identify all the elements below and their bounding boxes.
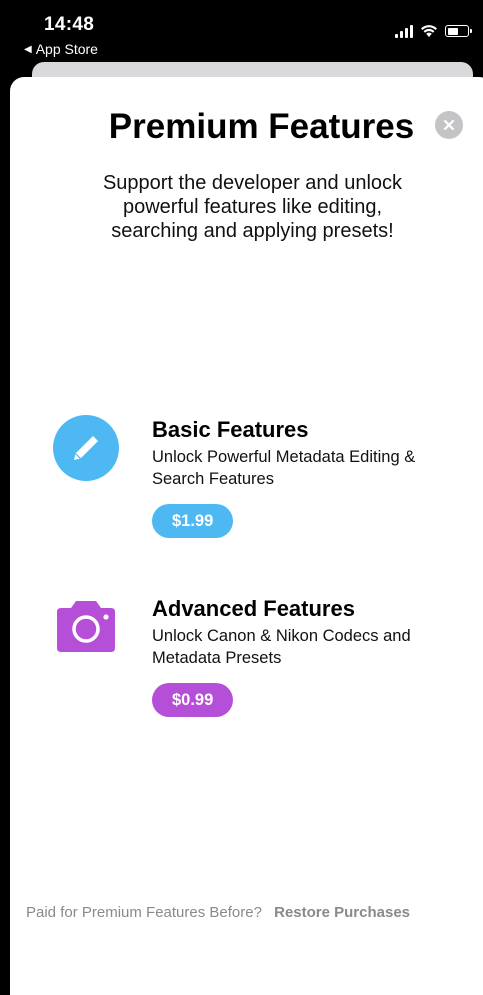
- feature-basic-description: Unlock Powerful Metadata Editing & Searc…: [152, 448, 416, 488]
- feature-basic-icon-wrap: [53, 415, 119, 481]
- feature-advanced-description: Unlock Canon & Nikon Codecs and Metadata…: [152, 627, 411, 667]
- feature-advanced-icon-wrap: [53, 593, 119, 659]
- wifi-icon: [421, 25, 437, 37]
- page-title: Premium Features: [108, 107, 415, 146]
- pencil-icon: [53, 415, 119, 481]
- back-triangle-icon: ◀: [24, 43, 32, 55]
- back-app-label: App Store: [35, 41, 98, 57]
- status-icons: [395, 24, 472, 38]
- camera-icon: [57, 601, 115, 652]
- restore-question: Paid for Premium Features Before?: [26, 904, 262, 921]
- premium-sheet: Premium Features Support the developer a…: [10, 77, 483, 995]
- status-bar: 14:48 ◀ App Store: [0, 0, 483, 62]
- restore-purchases-button[interactable]: Restore Purchases: [274, 904, 410, 921]
- restore-footer: Paid for Premium Features Before? Restor…: [26, 904, 466, 921]
- cellular-signal-icon: [395, 24, 413, 38]
- close-icon: [443, 119, 455, 131]
- battery-icon: [445, 25, 472, 37]
- battery-level: [447, 27, 458, 35]
- status-time: 14:48: [44, 14, 95, 35]
- buy-basic-button[interactable]: $1.99: [152, 504, 234, 538]
- feature-advanced-name: Advanced Features: [152, 596, 355, 621]
- page-subtitle: Support the developer and unlock powerfu…: [102, 172, 403, 242]
- buy-advanced-button[interactable]: $0.99: [152, 683, 234, 717]
- feature-basic-name: Basic Features: [152, 417, 309, 442]
- close-button[interactable]: [435, 111, 463, 139]
- back-to-app-store-link[interactable]: ◀ App Store: [24, 41, 98, 57]
